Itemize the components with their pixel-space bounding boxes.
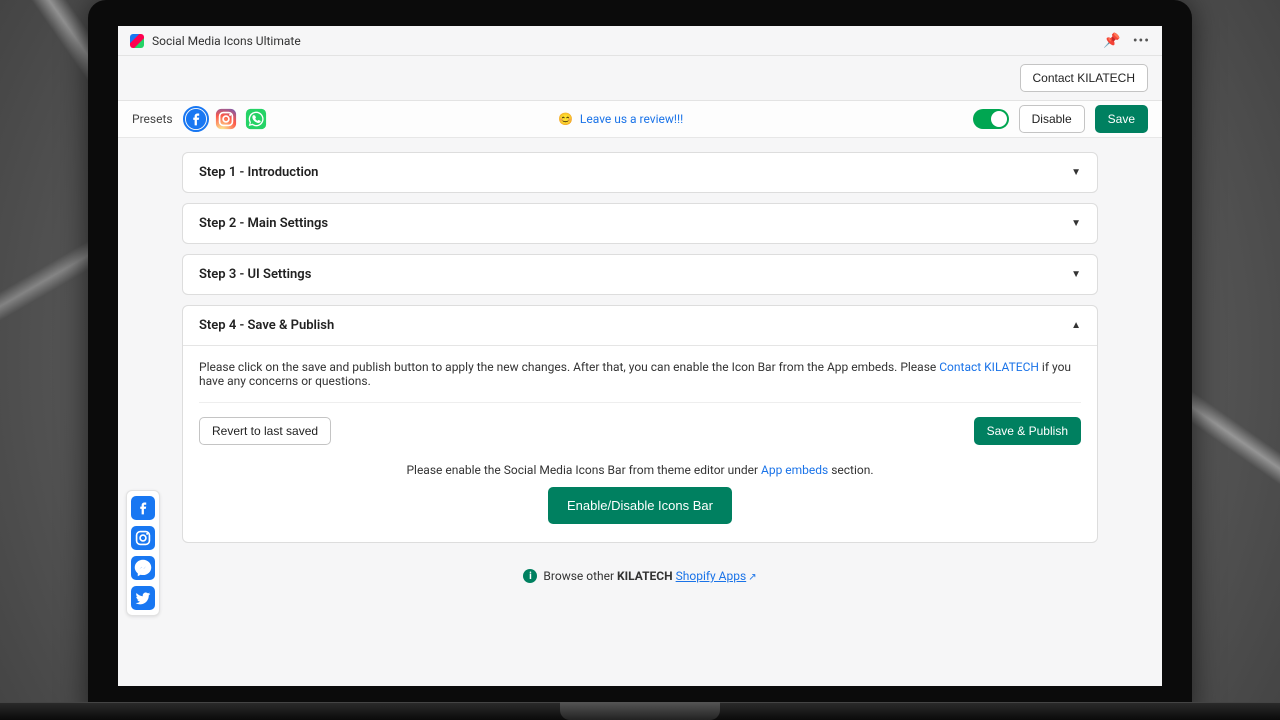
chevron-down-icon: ▼ bbox=[1071, 269, 1081, 280]
step-4-intro: Please click on the save and publish but… bbox=[199, 360, 1081, 388]
info-icon: i bbox=[523, 569, 537, 583]
step-4: Step 4 - Save & Publish ▲ Please click o… bbox=[182, 305, 1098, 543]
presets-label: Presets bbox=[132, 112, 173, 126]
float-twitter[interactable] bbox=[131, 586, 155, 610]
smile-icon: 😊 bbox=[558, 112, 573, 126]
step-1-title: Step 1 - Introduction bbox=[199, 165, 318, 180]
instagram-icon bbox=[132, 527, 154, 549]
shopify-apps-link[interactable]: Shopify Apps bbox=[676, 569, 747, 583]
facebook-icon bbox=[185, 108, 207, 130]
preset-instagram[interactable] bbox=[213, 106, 239, 132]
chevron-down-icon: ▼ bbox=[1071, 167, 1081, 178]
pin-icon[interactable]: 📌 bbox=[1103, 33, 1120, 49]
step-4-actions: Revert to last saved Save & Publish bbox=[199, 402, 1081, 445]
contact-link[interactable]: Contact KILATECH bbox=[939, 360, 1039, 374]
review-link[interactable]: 😊 Leave us a review!!! bbox=[279, 112, 963, 126]
footer-brand: KILATECH bbox=[617, 569, 673, 583]
chevron-down-icon: ▼ bbox=[1071, 218, 1081, 229]
float-instagram[interactable] bbox=[131, 526, 155, 550]
step-1-header[interactable]: Step 1 - Introduction ▼ bbox=[183, 153, 1097, 192]
disable-button[interactable]: Disable bbox=[1019, 105, 1085, 133]
floating-icon-bar bbox=[126, 490, 160, 616]
laptop-base bbox=[0, 702, 1280, 720]
messenger-icon bbox=[132, 557, 154, 579]
app-logo-icon bbox=[130, 34, 144, 48]
review-link-text[interactable]: Leave us a review!!! bbox=[580, 112, 683, 126]
whatsapp-icon bbox=[245, 108, 267, 130]
save-publish-button[interactable]: Save & Publish bbox=[974, 417, 1081, 445]
step-3-header[interactable]: Step 3 - UI Settings ▼ bbox=[183, 255, 1097, 294]
app-header: Social Media Icons Ultimate 📌 ••• bbox=[118, 26, 1162, 56]
step-4-header[interactable]: Step 4 - Save & Publish ▲ bbox=[183, 306, 1097, 345]
enable-hint: Please enable the Social Media Icons Bar… bbox=[199, 463, 1081, 477]
step-2-header[interactable]: Step 2 - Main Settings ▼ bbox=[183, 204, 1097, 243]
step-4-title: Step 4 - Save & Publish bbox=[199, 318, 334, 333]
step-2-title: Step 2 - Main Settings bbox=[199, 216, 328, 231]
enable-pre: Please enable the Social Media Icons Bar… bbox=[406, 463, 761, 477]
float-facebook[interactable] bbox=[131, 496, 155, 520]
float-messenger[interactable] bbox=[131, 556, 155, 580]
step-3: Step 3 - UI Settings ▼ bbox=[182, 254, 1098, 295]
revert-button[interactable]: Revert to last saved bbox=[199, 417, 331, 445]
preset-facebook[interactable] bbox=[183, 106, 209, 132]
twitter-icon bbox=[132, 587, 154, 609]
enable-post: section. bbox=[828, 463, 873, 477]
instagram-icon bbox=[215, 108, 237, 130]
step-2: Step 2 - Main Settings ▼ bbox=[182, 203, 1098, 244]
step-1: Step 1 - Introduction ▼ bbox=[182, 152, 1098, 193]
laptop-notch bbox=[560, 702, 720, 720]
step-4-body: Please click on the save and publish but… bbox=[183, 345, 1097, 542]
enable-disable-button[interactable]: Enable/Disable Icons Bar bbox=[548, 487, 732, 524]
preset-whatsapp[interactable] bbox=[243, 106, 269, 132]
facebook-icon bbox=[132, 497, 154, 519]
toolbar: Presets 😊 Leave us a review!!! Disabl bbox=[118, 101, 1162, 138]
enable-toggle[interactable] bbox=[973, 109, 1009, 129]
step-4-text-1: Please click on the save and publish but… bbox=[199, 360, 939, 374]
chevron-up-icon: ▲ bbox=[1071, 320, 1081, 331]
save-button[interactable]: Save bbox=[1095, 105, 1148, 133]
footer: i Browse other KILATECH Shopify Apps↗ bbox=[182, 569, 1098, 583]
footer-pre: Browse other bbox=[543, 569, 617, 583]
preset-icons bbox=[183, 106, 269, 132]
toggle-knob bbox=[991, 111, 1007, 127]
contact-bar: Contact KILATECH bbox=[118, 56, 1162, 101]
external-link-icon: ↗ bbox=[748, 572, 756, 583]
laptop-frame: Social Media Icons Ultimate 📌 ••• Contac… bbox=[88, 0, 1192, 720]
app-embeds-link[interactable]: App embeds bbox=[761, 463, 828, 477]
main-content: Step 1 - Introduction ▼ Step 2 - Main Se… bbox=[118, 138, 1162, 623]
contact-button[interactable]: Contact KILATECH bbox=[1020, 64, 1148, 92]
app-title: Social Media Icons Ultimate bbox=[152, 34, 1103, 48]
step-3-title: Step 3 - UI Settings bbox=[199, 267, 311, 282]
app-screen: Social Media Icons Ultimate 📌 ••• Contac… bbox=[118, 26, 1162, 686]
more-icon[interactable]: ••• bbox=[1133, 33, 1150, 49]
